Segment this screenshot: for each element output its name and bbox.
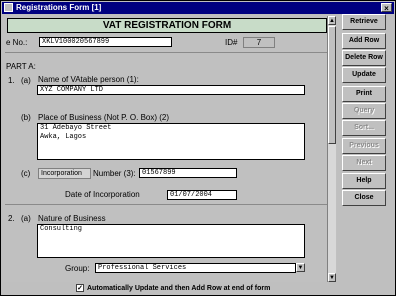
group-label: Group:	[65, 264, 90, 273]
q2a-marker: (a)	[21, 214, 31, 223]
q1c-marker: (c)	[21, 169, 31, 178]
close-button[interactable]: Close	[342, 190, 386, 206]
form-area: VAT REGISTRATION FORM e No.: XKLV1000205…	[3, 16, 337, 282]
registrations-window: Registrations Form [1] × VAT REGISTRATIO…	[0, 0, 396, 296]
retrieve-button[interactable]: Retrieve	[342, 14, 386, 30]
chevron-down-icon[interactable]: ▼	[296, 263, 305, 272]
close-icon[interactable]: ×	[381, 3, 392, 13]
nature-of-business-label: Nature of Business	[38, 214, 106, 223]
scroll-up-icon[interactable]: ▲	[328, 16, 336, 25]
vatable-name-field[interactable]: XYZ COMPANY LTD	[37, 85, 305, 95]
divider	[5, 204, 327, 205]
previous-button[interactable]: Previous	[342, 138, 386, 154]
q1a-marker: (a)	[21, 76, 31, 85]
sort-button[interactable]: Sort...	[342, 120, 386, 136]
auto-update-label: Automatically Update and then Add Row at…	[87, 284, 271, 292]
id-field: 7	[243, 37, 275, 48]
incorporation-number-field[interactable]: 01567899	[139, 168, 237, 178]
vatable-name-label: Name of VAtable person (1):	[38, 75, 139, 84]
ref-number-field[interactable]: XKLV100020567899	[39, 37, 172, 47]
next-button[interactable]: Next	[342, 155, 386, 171]
id-label: ID#	[225, 38, 238, 47]
add-row-button[interactable]: Add Row	[342, 33, 386, 49]
app-icon	[4, 3, 13, 12]
place-of-business-label: Place of Business (Not P. O. Box) (2)	[38, 113, 170, 122]
q2-number: 2.	[8, 214, 15, 223]
query-button[interactable]: Query	[342, 103, 386, 119]
incorporation-date-field[interactable]: 01/07/2004	[167, 190, 237, 200]
q1-number: 1.	[8, 76, 15, 85]
incorporation-date-label: Date of Incorporation	[65, 190, 140, 199]
help-button[interactable]: Help	[342, 173, 386, 189]
form-heading: VAT REGISTRATION FORM	[7, 18, 327, 33]
nature-of-business-field[interactable]: Consulting	[37, 224, 305, 258]
auto-update-option[interactable]: ✓ Automatically Update and then Add Row a…	[76, 284, 270, 294]
group-dropdown[interactable]: Professional Services	[95, 263, 296, 273]
ref-label: e No.:	[6, 38, 28, 47]
print-button[interactable]: Print	[342, 86, 386, 102]
title-bar[interactable]: Registrations Form [1] ×	[2, 2, 394, 14]
form-scrollbar[interactable]: ▲ ▼	[327, 16, 336, 282]
auto-update-checkbox[interactable]: ✓	[76, 284, 84, 292]
part-a-label: PART A:	[6, 62, 36, 71]
divider	[5, 52, 327, 53]
incorporation-number-label: Number (3):	[93, 169, 136, 178]
update-button[interactable]: Update	[342, 67, 386, 83]
scroll-thumb[interactable]	[328, 26, 336, 144]
window-title: Registrations Form [1]	[16, 3, 102, 12]
scroll-down-icon[interactable]: ▼	[328, 273, 336, 282]
q1b-marker: (b)	[21, 113, 31, 122]
delete-row-button[interactable]: Delete Row	[342, 50, 386, 66]
registration-type-field[interactable]: Incorporation	[38, 168, 91, 179]
place-of-business-field[interactable]: 31 Adebayo Street Awka, Lagos	[37, 123, 305, 160]
